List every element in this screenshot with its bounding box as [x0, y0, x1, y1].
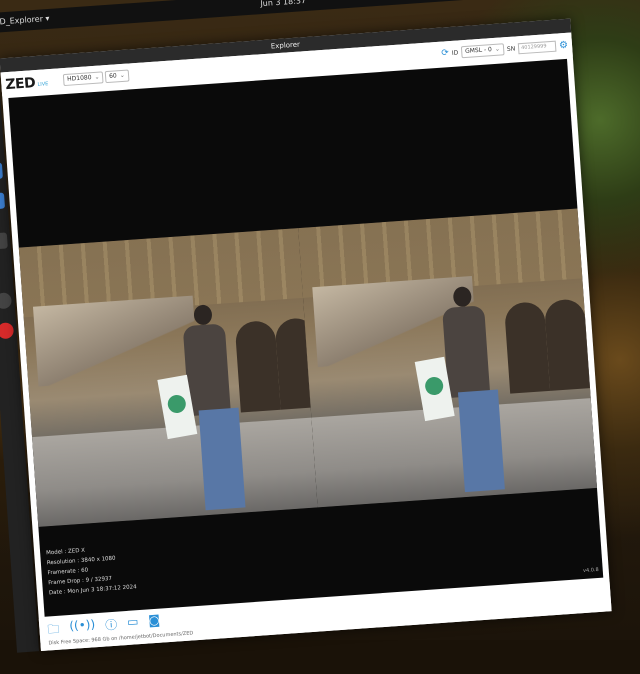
- app-icon[interactable]: [0, 162, 3, 180]
- arch-image: [503, 301, 551, 394]
- stereo-video: [18, 208, 597, 527]
- video-viewer[interactable]: Model : ZED X Resolution : 3840 x 1080 F…: [8, 58, 604, 617]
- app-icon[interactable]: [0, 292, 13, 310]
- person-body-image: [442, 305, 491, 399]
- explorer-window: Explorer ZED LIVE HD1080 ⌄ 60 ⌄ ⟳ ID GMSL …: [0, 18, 612, 652]
- gear-icon[interactable]: ⚙: [559, 39, 569, 51]
- resolution-value: HD1080: [66, 74, 92, 83]
- person-legs-image: [457, 389, 505, 493]
- alert-icon[interactable]: [0, 322, 15, 340]
- arch-image: [543, 298, 591, 391]
- fps-select[interactable]: 60 ⌄: [104, 69, 130, 84]
- zed-logo: ZED: [4, 75, 36, 94]
- fps-value: 60: [108, 72, 117, 80]
- person-head-image: [193, 304, 213, 326]
- id-label: ID: [451, 48, 459, 57]
- arch-image: [234, 319, 281, 413]
- resolution-select[interactable]: HD1080 ⌄: [62, 71, 104, 87]
- clock[interactable]: Jun 3 18:37: [260, 0, 306, 8]
- window-title: Explorer: [270, 40, 301, 51]
- camera-icon[interactable]: ◙: [148, 613, 161, 635]
- person-legs-image: [198, 407, 246, 511]
- depth-icon[interactable]: ▭: [127, 614, 140, 636]
- camera-info-panel: Model : ZED X Resolution : 3840 x 1080 F…: [46, 542, 137, 598]
- poster-figure-image: [166, 393, 188, 415]
- sn-label: SN: [506, 44, 516, 53]
- chevron-down-icon: ⌄: [494, 45, 501, 53]
- camera-selector: ⟳ ID GMSL - 0 ⌄ SN 40129999 ⚙: [441, 39, 569, 60]
- folder-icon[interactable]: 🗀: [47, 620, 60, 642]
- stairs-image: [32, 295, 199, 387]
- left-camera-image: [18, 228, 318, 527]
- version-label: v4.0.8: [582, 566, 599, 575]
- app-menu[interactable]: ZED_Explorer ▾: [0, 14, 50, 27]
- screen: ZED_Explorer ▾ Jun 3 18:37 Explorer ZED …: [0, 0, 640, 673]
- live-label: LIVE: [37, 81, 49, 88]
- info-icon[interactable]: ⓘ: [105, 616, 118, 638]
- sync-icon[interactable]: ⟳: [441, 48, 449, 59]
- camera-type-select[interactable]: GMSL - 0 ⌄: [460, 43, 505, 59]
- chevron-down-icon: ⌄: [94, 73, 100, 81]
- app-icon[interactable]: [0, 192, 6, 210]
- serial-number-field[interactable]: 40129999: [517, 40, 557, 54]
- app-icon[interactable]: [0, 232, 8, 250]
- camera-type-value: GMSL - 0: [464, 46, 493, 55]
- chevron-down-icon: ⌄: [119, 71, 125, 80]
- right-camera-image: [298, 208, 597, 508]
- poster-figure-image: [423, 375, 445, 397]
